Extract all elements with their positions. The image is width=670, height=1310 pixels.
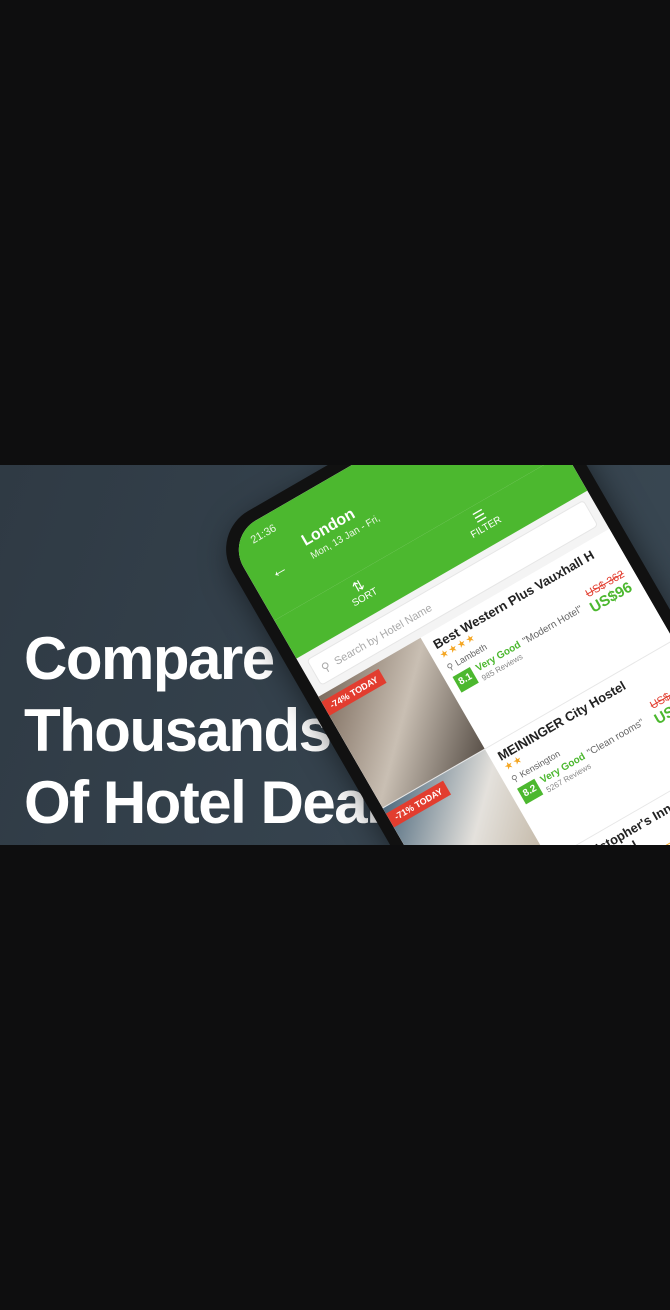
status-time: 21:36 (248, 522, 279, 547)
rating-score: 8.2 (517, 778, 544, 805)
promo-banner: Compare Thousands Of Hotel Deals 21:36 ←… (0, 465, 670, 845)
rating-score: 8.1 (452, 667, 479, 693)
map-pin-icon: ⚲ (445, 660, 456, 673)
arrow-left-icon[interactable]: ← (266, 556, 292, 583)
map-pin-icon: ⚲ (509, 772, 521, 785)
